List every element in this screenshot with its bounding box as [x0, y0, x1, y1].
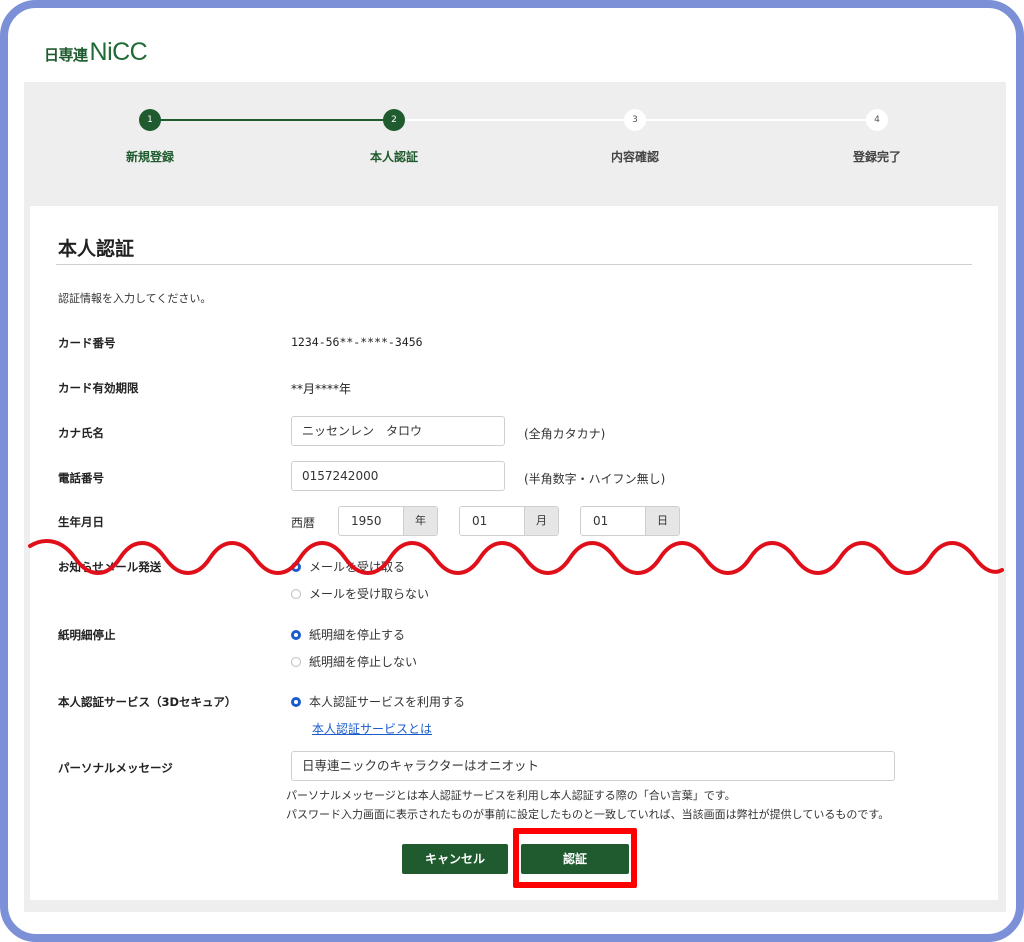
personal-message-note-2: パスワード入力画面に表示されたものが事前に設定したものと一致していれば、当該画面… [286, 808, 890, 821]
highlight-box [513, 828, 637, 888]
progress-stepper: 1 2 3 4 新規登録 本人認証 内容確認 登録完了 [24, 82, 1006, 200]
stepper-line-completed [150, 119, 396, 121]
phone-hint: (半角数字・ハイフン無し) [524, 472, 666, 486]
card-expiry-value: **月****年 [291, 382, 352, 396]
phone-label: 電話番号 [58, 471, 104, 485]
step-4-dot: 4 [866, 109, 888, 131]
personal-message-label: パーソナルメッセージ [58, 761, 173, 775]
paper-stop-radio[interactable]: 紙明細を停止する [291, 626, 405, 643]
paper-stop-label: 紙明細を停止する [309, 628, 406, 642]
step-3-dot: 3 [624, 109, 646, 131]
auth-service-radio[interactable]: 本人認証サービスを利用する [291, 693, 465, 710]
nicc-logo[interactable]: 日専連NiCC [44, 38, 148, 67]
title-divider [56, 264, 972, 265]
card-number-label: カード番号 [58, 336, 116, 350]
radio-selected-icon[interactable] [291, 696, 301, 707]
paper-keep-label: 紙明細を停止しない [309, 655, 418, 669]
intro-text: 認証情報を入力してください。 [58, 292, 212, 305]
step-1-label: 新規登録 [125, 150, 174, 164]
auth-service-label: 本人認証サービス（3Dセキュア） [58, 695, 237, 709]
phone-input[interactable]: 0157242000 [291, 461, 505, 491]
step-4-label: 登録完了 [852, 150, 901, 164]
logo-kanji: 日専連 [44, 46, 88, 64]
red-wave-annotation [28, 539, 1004, 575]
cancel-button[interactable]: キャンセル [402, 844, 508, 874]
radio-unselected-icon[interactable] [291, 656, 301, 667]
kana-name-label: カナ氏名 [58, 426, 104, 440]
auth-service-info-link[interactable]: 本人認証サービスとは [312, 720, 432, 737]
step-1-dot: 1 [139, 109, 161, 131]
page-title: 本人認証 [58, 238, 135, 260]
personal-message-note-1: パーソナルメッセージとは本人認証サービスを利用し本人認証する際の「合い言葉」です… [286, 789, 736, 802]
step-2-dot: 2 [383, 109, 405, 131]
logo-brand: NiCC [89, 38, 148, 66]
radio-unselected-icon[interactable] [291, 588, 301, 599]
step-3-label: 内容確認 [610, 150, 659, 164]
card-number-value: 1234-56**-****-3456 [291, 335, 423, 349]
card-expiry-label: カード有効期限 [58, 381, 139, 395]
radio-selected-icon[interactable] [291, 629, 301, 640]
step-2-label: 本人認証 [369, 150, 418, 164]
paper-statement-label: 紙明細停止 [58, 628, 116, 642]
auth-service-option-label: 本人認証サービスを利用する [309, 695, 466, 709]
personal-message-input[interactable]: 日専連ニックのキャラクターはオニオット [291, 751, 895, 781]
kana-name-hint: (全角カタカナ) [524, 427, 606, 441]
kana-name-input[interactable]: ニッセンレン タロウ [291, 416, 505, 446]
wave-path [28, 539, 1004, 575]
paper-keep-radio[interactable]: 紙明細を停止しない [291, 653, 417, 670]
